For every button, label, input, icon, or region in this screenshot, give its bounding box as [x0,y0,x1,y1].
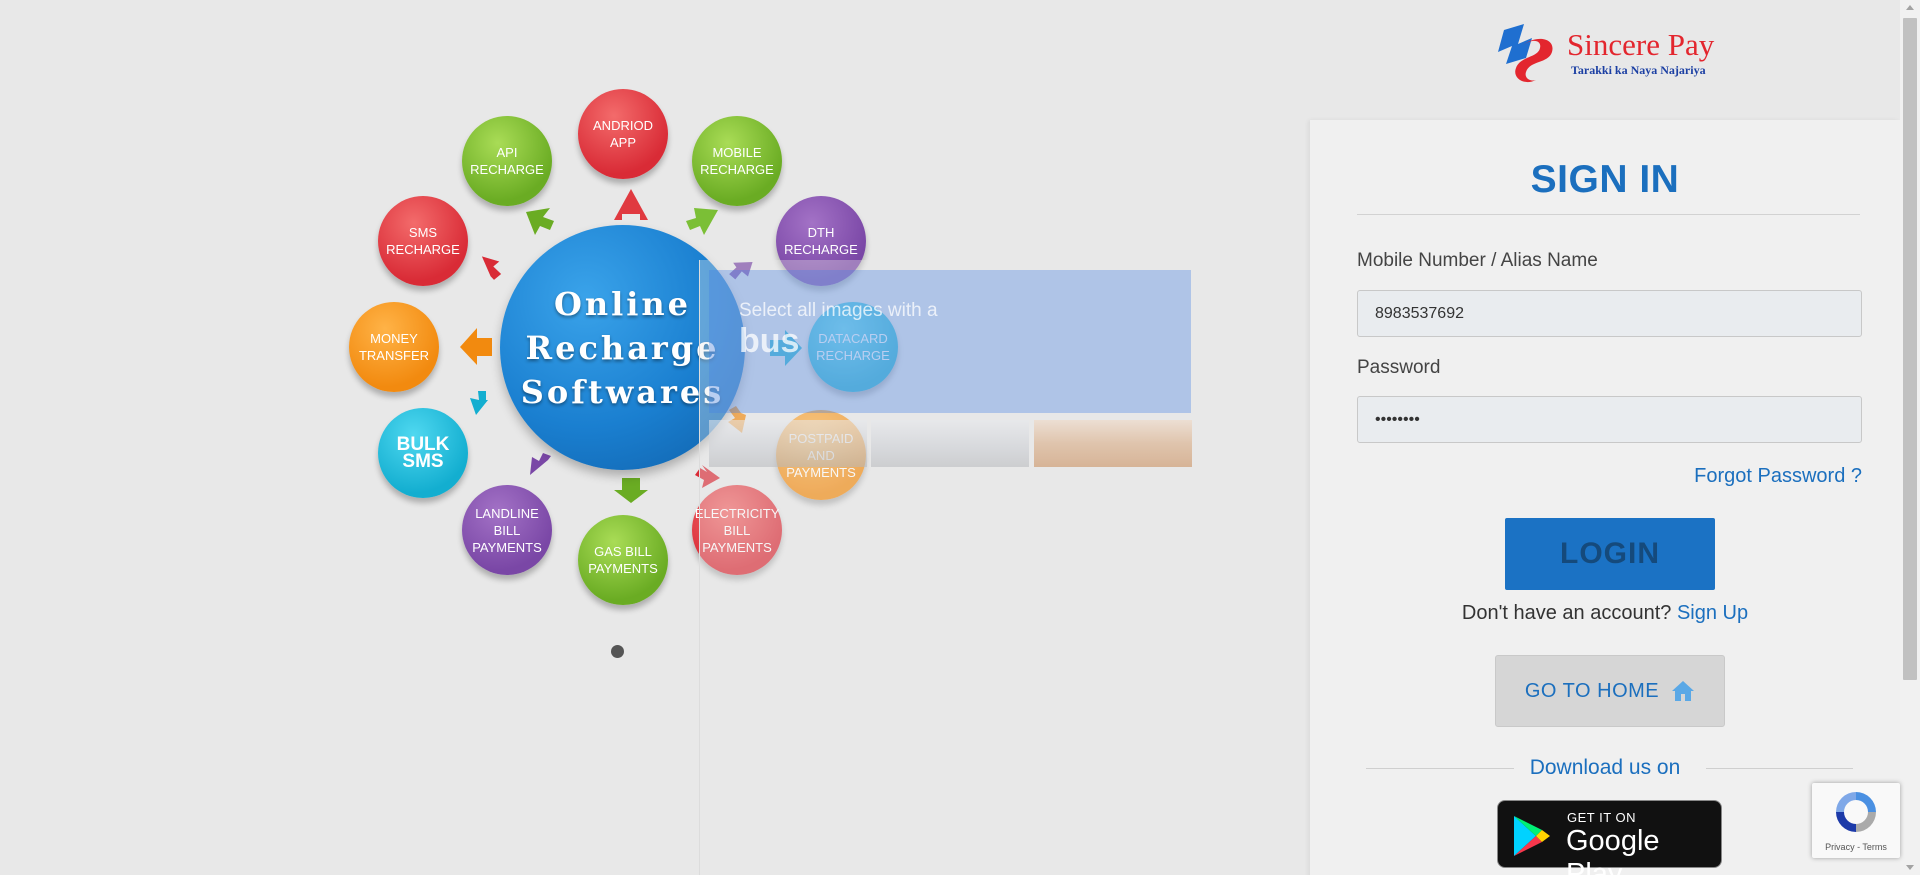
no-account-text: Don't have an account? [1461,602,1672,624]
mobile-input[interactable] [1357,290,1862,337]
scrollbar-thumb[interactable] [1903,18,1917,680]
center-text-line2: Recharge [525,328,720,367]
recaptcha-privacy-link[interactable]: Privacy [1825,842,1855,852]
scroll-down-icon[interactable] [1906,865,1914,870]
captcha-image-tile[interactable] [1034,420,1192,467]
recaptcha-links: Privacy - Terms [1812,842,1900,852]
captcha-image-tile[interactable] [709,420,867,467]
bubble-bulk-sms: BULK SMS [378,408,468,498]
bubble-landline-bill: LANDLINE BILL PAYMENTS [462,485,552,575]
recaptcha-terms-link[interactable]: Terms [1862,842,1887,852]
google-play-badge[interactable]: GET IT ON Google Play [1497,800,1722,875]
arrow-left-down-icon [470,391,488,415]
login-card: SIGN IN Mobile Number / Alias Name Passw… [1310,120,1900,875]
google-play-icon [1514,816,1550,856]
sincere-pay-logo[interactable]: Sincere Pay Tarakki ka Naya Najariya [1496,22,1714,86]
brand-tagline: Tarakki ka Naya Najariya [1571,63,1706,77]
gplay-small-text: GET IT ON [1567,810,1637,825]
captcha-target: bus [739,322,800,360]
bubble-sms-recharge: SMS RECHARGE [378,196,468,286]
home-icon [1672,681,1695,701]
vertical-scrollbar[interactable] [1900,0,1920,875]
go-to-home-button[interactable]: GO TO HOME [1495,655,1725,727]
bubble-mobile-recharge: MOBILE RECHARGE [692,116,782,206]
recaptcha-icon [1836,792,1876,832]
arrow-upleft-icon [526,208,554,235]
password-label: Password [1357,357,1441,378]
arrow-down-icon [614,478,648,503]
signin-title: SIGN IN [1530,158,1680,201]
center-text-line1: Online [553,284,692,323]
bubble-gas-bill: GAS BILL PAYMENTS [578,515,668,605]
signup-link[interactable]: Sign Up [1677,602,1748,624]
sincere-pay-logo-icon [1498,24,1553,83]
bubble-api-recharge: API RECHARGE [462,116,552,206]
signup-prompt: Don't have an account? Sign Up [1310,602,1900,625]
arrow-downleft-icon [530,453,551,475]
recaptcha-badge[interactable]: Privacy - Terms [1812,783,1900,858]
captcha-instruction: Select all images with a [739,300,938,321]
divider [1357,214,1860,215]
arrow-upright-icon [686,208,718,235]
scroll-up-icon[interactable] [1906,5,1914,10]
mobile-label: Mobile Number / Alias Name [1357,250,1598,271]
download-us-on: Download us on [1529,756,1681,779]
bubble-andriod-app: ANDRIOD APP [578,89,668,179]
go-to-home-label: GO TO HOME [1524,679,1660,702]
bubble-money-transfer: MONEY TRANSFER [349,302,439,392]
forgot-password-link[interactable]: Forgot Password ? [1694,465,1862,488]
arrow-left-icon [460,328,492,365]
captcha-image-tile[interactable] [871,420,1029,467]
carousel-dot[interactable] [611,645,624,658]
login-button[interactable]: LOGIN [1505,518,1715,590]
password-input[interactable] [1357,396,1862,443]
gplay-big-text: Google Play [1566,825,1660,875]
arrow-up-icon [614,189,648,220]
brand-name: Sincere Pay [1567,27,1715,62]
arrow-left-up-icon [481,256,502,280]
center-text-line3: Softwares [520,372,725,411]
